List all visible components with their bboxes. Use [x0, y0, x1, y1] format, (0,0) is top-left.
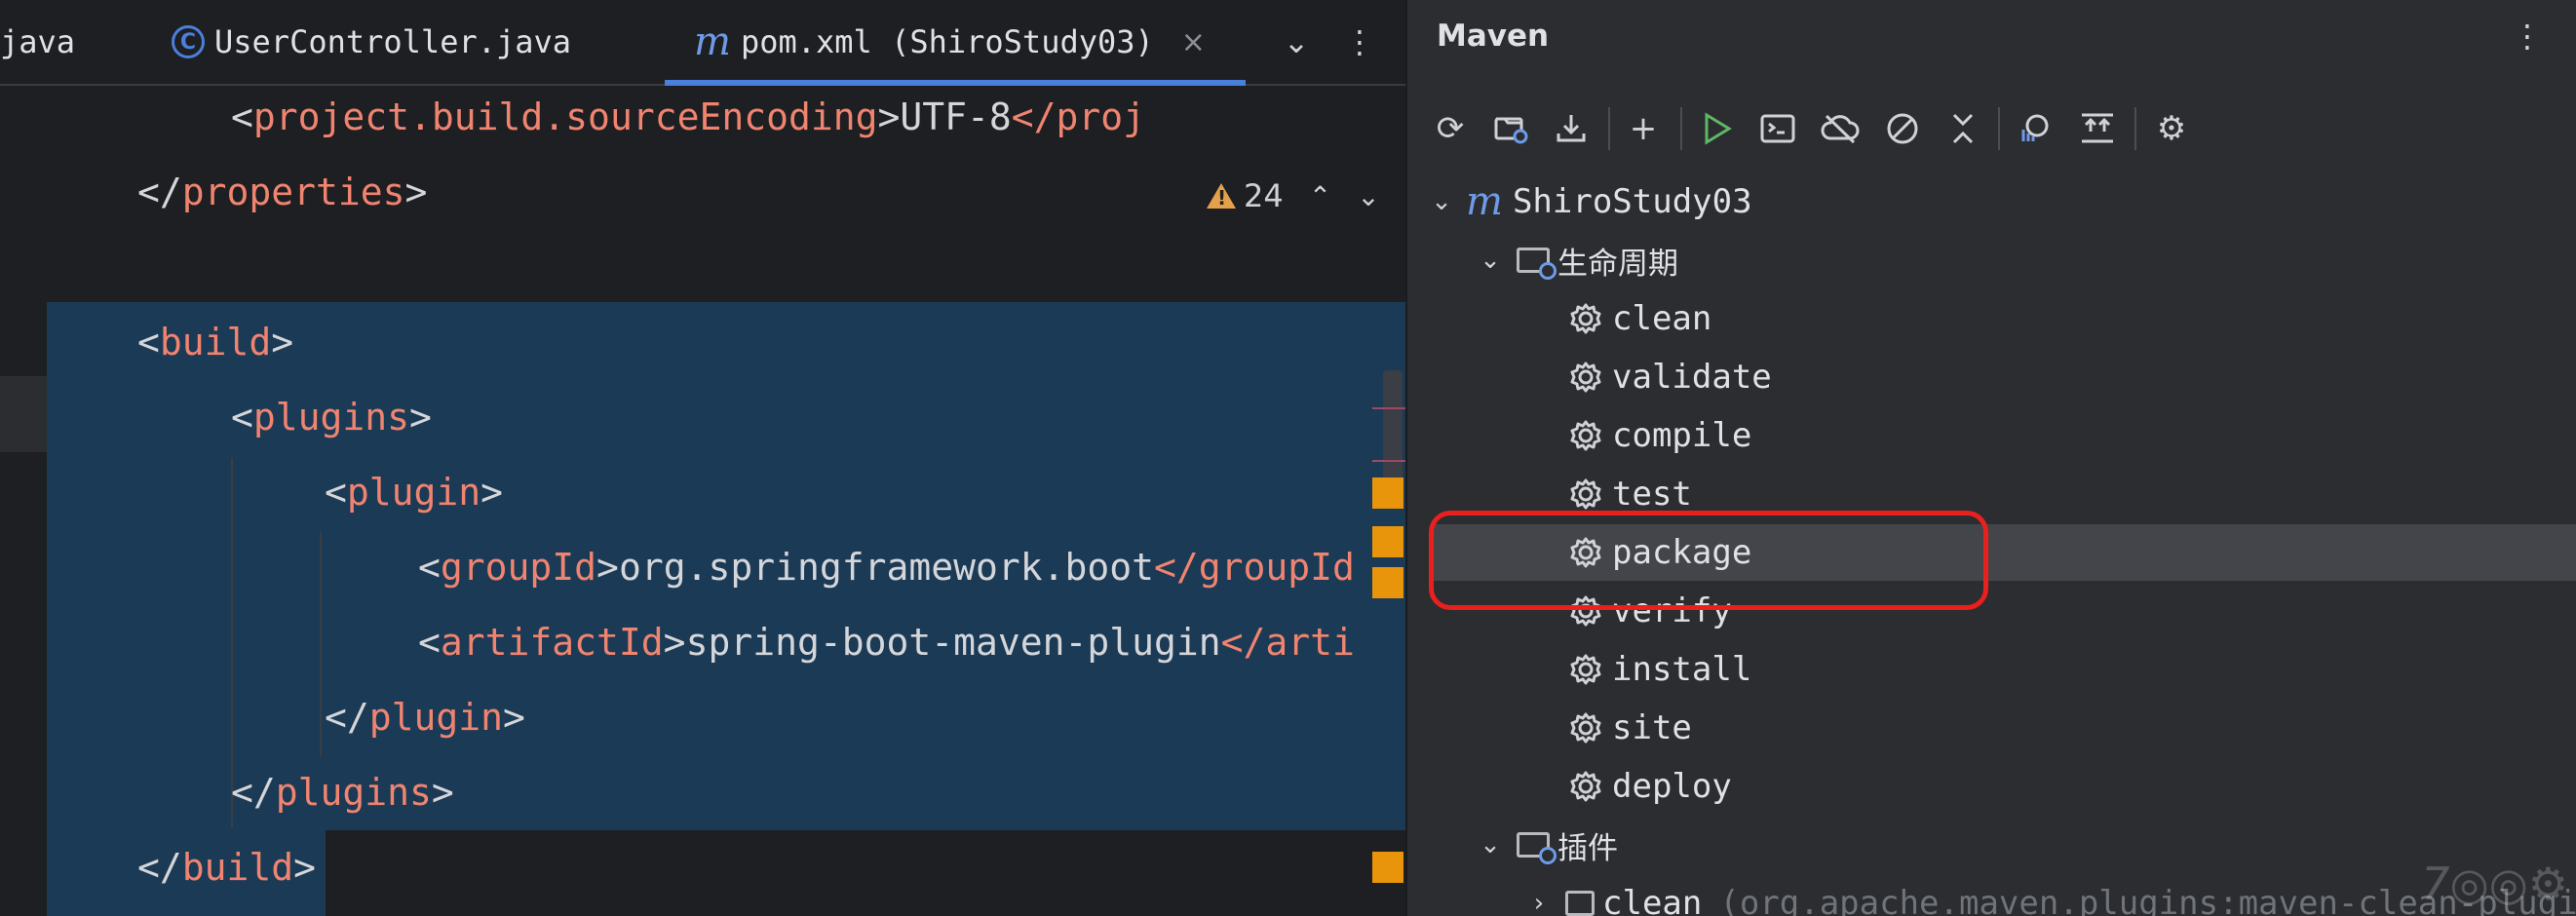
chevron-right-icon[interactable]: › [1524, 889, 1554, 916]
gear-icon [1569, 653, 1602, 686]
warning-marker[interactable] [1372, 526, 1403, 557]
tab-label: java [0, 23, 76, 60]
offline-icon[interactable] [1813, 94, 1867, 164]
warning-icon [1207, 183, 1236, 210]
tree-plugin-clean[interactable]: › clean (org.apache.maven.plugins:maven-… [1524, 875, 2576, 916]
goal-label: clean [1612, 299, 1712, 338]
lifecycle-folder-icon [1517, 248, 1557, 280]
more-vertical-icon[interactable]: ⋮ [1335, 0, 1384, 84]
reload-icon[interactable]: ⟳ [1423, 94, 1478, 164]
tree-plugins[interactable]: ⌄ 插件 [1476, 817, 1618, 873]
tab-java[interactable]: java [0, 0, 75, 84]
maven-toolbar: ⟳ + ⚙ [1407, 94, 2576, 164]
goal-label: deploy [1612, 767, 1732, 806]
add-icon[interactable]: + [1616, 94, 1671, 164]
code-line: </plugin> [325, 696, 525, 739]
inspection-widget[interactable]: 24 ⌃ ⌄ [1207, 177, 1380, 214]
chevron-up-icon[interactable]: ⌃ [1309, 180, 1331, 212]
plugins-folder-icon [1517, 832, 1557, 864]
editor-pane[interactable]: java C UserController.java m pom.xml (Sh… [0, 0, 1405, 916]
goal-label: test [1612, 475, 1692, 514]
code-area[interactable]: <project.build.sourceEncoding>UTF-8</pro… [0, 84, 1405, 916]
skip-tests-icon[interactable] [1875, 94, 1930, 164]
annotation-highlight [1429, 511, 1988, 610]
gear-icon [1569, 361, 1602, 394]
toolbar-separator [2134, 107, 2136, 150]
lifecycle-goal-validate[interactable]: validate [1569, 349, 1772, 405]
tab-pom-xml[interactable]: m pom.xml (ShiroStudy03) × [665, 0, 1246, 86]
code-line: <plugin> [325, 471, 504, 514]
plugin-name: clean [1602, 884, 1703, 916]
collapse-icon[interactable] [1936, 94, 1990, 164]
chevron-down-icon[interactable]: ⌄ [1476, 246, 1505, 275]
panel-title: Maven [1437, 19, 1550, 54]
class-c-icon: C [172, 25, 205, 58]
lifecycle-label: 生命周期 [1557, 246, 1678, 282]
gear-icon [1569, 711, 1602, 744]
change-marker [1372, 460, 1405, 462]
lifecycle-goal-deploy[interactable]: deploy [1569, 758, 1732, 815]
toolbar-separator [1608, 107, 1610, 150]
chevron-down-icon[interactable]: ⌄ [1267, 0, 1326, 84]
chevron-down-icon[interactable]: ⌄ [1427, 187, 1456, 216]
analyze-icon[interactable] [2008, 94, 2062, 164]
indent-guide [320, 532, 322, 756]
close-icon[interactable]: × [1181, 25, 1206, 59]
more-vertical-icon[interactable]: ⋮ [2512, 0, 2543, 72]
toolbar-separator [1680, 107, 1682, 150]
editor-tab-bar: java C UserController.java m pom.xml (Sh… [0, 0, 1405, 86]
maven-m-icon: m [694, 19, 731, 64]
code-line: </build> [137, 846, 317, 889]
code-line: </properties> [137, 171, 428, 213]
execute-goal-icon[interactable] [1750, 94, 1805, 164]
code-line: <build> [137, 321, 294, 363]
watermark-logo: 7◎◎⚙ [2421, 858, 2568, 910]
plugins-label: 插件 [1557, 830, 1618, 866]
gear-icon [1569, 770, 1602, 803]
code-line: <plugins> [231, 396, 432, 439]
reimport-icon[interactable] [1483, 94, 1538, 164]
lifecycle-goal-compile[interactable]: compile [1569, 407, 1751, 464]
tree-project[interactable]: ⌄ m ShiroStudy03 [1427, 173, 1752, 230]
tab-user-controller[interactable]: C UserController.java [172, 0, 571, 84]
gear-icon [1569, 302, 1602, 335]
plugin-icon [1565, 891, 1595, 916]
gear-icon [1569, 477, 1602, 511]
maven-tool-window[interactable]: Maven ⋮ ⟳ + ⚙ ⌄ m ShiroStudy03 ⌄ 生命周期 cl… [1405, 0, 2576, 916]
run-icon[interactable] [1690, 94, 1745, 164]
project-name: ShiroStudy03 [1512, 182, 1752, 221]
chevron-down-icon[interactable]: ⌄ [1476, 830, 1505, 859]
goal-label: site [1612, 708, 1692, 747]
lifecycle-goal-clean[interactable]: clean [1569, 290, 1711, 347]
tree-lifecycle[interactable]: ⌄ 生命周期 [1476, 232, 1678, 288]
warning-count: 24 [1244, 177, 1284, 214]
goal-label: install [1612, 650, 1752, 689]
code-line: </plugins> [231, 771, 454, 814]
code-line: <project.build.sourceEncoding>UTF-8</pro… [231, 95, 1146, 138]
code-line: <groupId>org.springframework.boot</group… [418, 546, 1355, 589]
warning-marker[interactable] [1372, 852, 1403, 883]
code-line: <artifactId>spring-boot-maven-plugin</ar… [418, 621, 1355, 664]
scrollbar-thumb[interactable] [1383, 370, 1403, 485]
lifecycle-goal-install[interactable]: install [1569, 641, 1751, 698]
maven-m-icon: m [1466, 179, 1503, 224]
goal-label: compile [1612, 416, 1752, 455]
download-icon[interactable] [1544, 94, 1598, 164]
gear-icon [1569, 419, 1602, 452]
caret-line-gutter [0, 376, 47, 452]
toolbar-separator [1998, 107, 2000, 150]
expand-icon[interactable] [2070, 94, 2125, 164]
warning-marker[interactable] [1372, 567, 1403, 598]
tab-label: UserController.java [214, 23, 572, 60]
settings-icon[interactable]: ⚙ [2144, 94, 2199, 164]
warning-marker[interactable] [1372, 477, 1403, 509]
goal-label: validate [1612, 358, 1772, 397]
change-marker [1372, 407, 1405, 409]
lifecycle-goal-site[interactable]: site [1569, 700, 1692, 756]
tab-label: pom.xml (ShiroStudy03) [740, 23, 1154, 60]
chevron-down-icon[interactable]: ⌄ [1357, 180, 1379, 212]
